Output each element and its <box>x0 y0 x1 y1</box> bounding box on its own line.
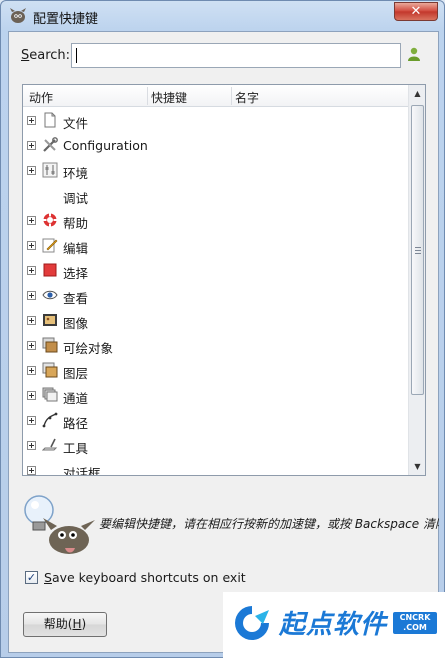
expand-toggle[interactable] <box>27 466 36 475</box>
help-button[interactable]: 帮助(H) <box>23 612 107 637</box>
tree-row-view[interactable]: 查看 <box>23 283 408 308</box>
eye-icon <box>42 290 58 300</box>
save-shortcuts-mnemonic: S <box>44 570 52 585</box>
tree-row-help[interactable]: 帮助 <box>23 208 408 233</box>
tree-row-label: 查看 <box>63 291 89 306</box>
column-name[interactable]: 名字 <box>235 89 259 106</box>
layers-icon <box>42 362 58 378</box>
tree-row-label: 环境 <box>63 166 89 181</box>
help-button-label: 帮助( <box>43 617 73 631</box>
expand-toggle[interactable] <box>27 366 36 375</box>
save-shortcuts-label-text: ave keyboard shortcuts on exit <box>51 570 246 585</box>
watermark-logo-icon <box>235 606 269 640</box>
actions-tree[interactable]: 动作 快捷键 名字 文件 Configuration 环境 调试 帮助 编辑 选… <box>22 84 426 476</box>
tree-row-label: 工具 <box>63 441 89 456</box>
tree-row-channels[interactable]: 通道 <box>23 383 408 408</box>
tree-row-layers[interactable]: 图层 <box>23 358 408 383</box>
document-icon <box>44 112 56 128</box>
save-shortcuts-checkbox[interactable]: ✓ <box>25 571 38 584</box>
watermark-badge: CNCRK .COM <box>393 612 437 634</box>
help-button-label-end: ) <box>81 617 87 631</box>
tree-row-file[interactable]: 文件 <box>23 108 408 133</box>
watermark-badge-line1: CNCRK <box>399 613 431 622</box>
tree-row-label: 调试 <box>63 191 89 206</box>
watermark: 起点软件 CNCRK .COM <box>223 592 445 658</box>
tool-icon <box>42 438 58 451</box>
column-action[interactable]: 动作 <box>29 89 53 106</box>
watermark-badge-line2: .COM <box>403 623 427 632</box>
expand-toggle[interactable] <box>27 341 36 350</box>
tree-row-environment[interactable]: 环境 <box>23 158 408 183</box>
tools-icon <box>43 137 58 152</box>
drawable-icon <box>42 337 58 353</box>
pencil-icon <box>42 238 58 253</box>
tree-row-paths[interactable]: 路径 <box>23 408 408 433</box>
column-divider <box>231 87 232 105</box>
tree-row-label: 选择 <box>63 266 89 281</box>
tree-row-dialogs[interactable]: 对话框 <box>23 458 408 476</box>
expand-toggle[interactable] <box>27 216 36 225</box>
tree-row-label: 路径 <box>63 416 89 431</box>
tree-row-tools[interactable]: 工具 <box>23 433 408 458</box>
lifebuoy-icon <box>43 213 57 227</box>
search-input[interactable] <box>71 43 401 68</box>
title-bar[interactable]: 配置快捷键 ✕ <box>1 1 444 31</box>
expand-toggle[interactable] <box>27 141 36 150</box>
tree-row-label: Configuration <box>63 138 148 153</box>
watermark-text: 起点软件 <box>279 610 388 640</box>
expand-toggle[interactable] <box>27 391 36 400</box>
column-shortcut[interactable]: 快捷键 <box>151 89 187 106</box>
gimp-app-icon <box>10 8 26 23</box>
tree-row-label: 可绘对象 <box>63 341 114 356</box>
hint-text: 要编辑快捷键，请在相应行按新的加速键，或按 Backspace 清除。 <box>99 517 439 531</box>
expand-toggle[interactable] <box>27 266 36 275</box>
path-icon <box>42 412 58 428</box>
text-caret <box>76 48 77 63</box>
selection-icon <box>43 263 57 277</box>
tree-row-label: 图层 <box>63 366 89 381</box>
tree-row-label: 帮助 <box>63 216 89 231</box>
tree-row-drawable[interactable]: 可绘对象 <box>23 333 408 358</box>
tree-row-image[interactable]: 图像 <box>23 308 408 333</box>
expand-toggle[interactable] <box>27 441 36 450</box>
image-icon <box>43 314 57 326</box>
search-label-text: earch: <box>29 48 71 63</box>
tree-row-configuration[interactable]: Configuration <box>23 133 408 158</box>
search-label: Search: <box>21 48 70 63</box>
channels-icon <box>42 387 58 402</box>
user-icon[interactable] <box>407 46 421 62</box>
tree-row-label: 文件 <box>63 116 89 131</box>
expand-toggle[interactable] <box>27 316 36 325</box>
dialog-window: 配置快捷键 ✕ Search: 动作 快捷键 名字 文件 Configurati… <box>0 0 445 658</box>
expand-toggle[interactable] <box>27 291 36 300</box>
sliders-icon <box>42 162 58 178</box>
window-title: 配置快捷键 <box>33 12 99 27</box>
column-divider <box>147 87 148 105</box>
lightbulb-mascot-icon <box>24 495 95 554</box>
expand-toggle[interactable] <box>27 416 36 425</box>
tree-row-label: 通道 <box>63 391 89 406</box>
scrollbar-thumb[interactable] <box>411 105 424 395</box>
grip-icon <box>415 247 421 254</box>
tree-row-debug[interactable]: 调试 <box>23 183 408 208</box>
expand-toggle[interactable] <box>27 241 36 250</box>
expand-toggle[interactable] <box>27 166 36 175</box>
tree-row-label: 对话框 <box>63 466 101 476</box>
help-button-mnemonic: H <box>72 617 82 631</box>
scroll-down-arrow-icon[interactable]: ▼ <box>409 458 425 475</box>
close-button[interactable]: ✕ <box>394 2 438 21</box>
scroll-up-arrow-icon[interactable]: ▲ <box>409 85 425 102</box>
tree-header: 动作 快捷键 名字 <box>23 85 408 107</box>
tree-row-label: 编辑 <box>63 241 89 256</box>
tree-row-select[interactable]: 选择 <box>23 258 408 283</box>
tree-row-edit[interactable]: 编辑 <box>23 233 408 258</box>
save-shortcuts-label[interactable]: Save keyboard shortcuts on exit <box>44 570 246 585</box>
tree-row-label: 图像 <box>63 316 89 331</box>
vertical-scrollbar[interactable]: ▲ ▼ <box>408 85 425 475</box>
expand-toggle[interactable] <box>27 116 36 125</box>
dialog-body: Search: 动作 快捷键 名字 文件 Configuration 环境 调试… <box>8 31 439 653</box>
